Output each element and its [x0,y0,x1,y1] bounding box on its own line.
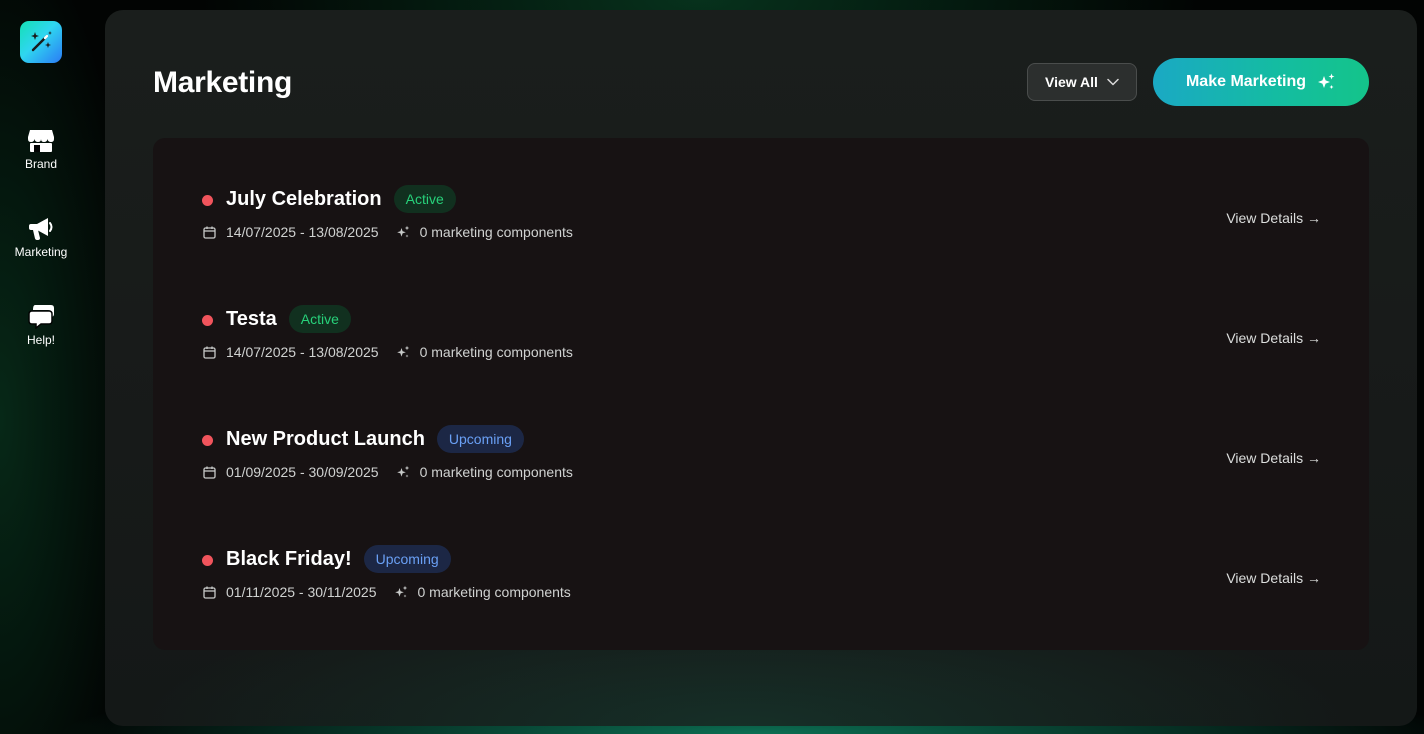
magic-wand-icon [31,31,52,52]
calendar-icon [202,345,216,359]
sparkles-icon [396,225,410,239]
sparkles-icon [394,585,408,599]
chat-bubbles-icon [27,302,55,330]
campaign-name: New Product Launch [226,427,425,450]
list-item[interactable]: July Celebration Active 14/07/2025 - 13/… [153,138,1369,258]
status-badge: Upcoming [436,425,524,453]
list-item[interactable]: Testa Active 14/07/2025 - 13/08/2025 0 m… [153,258,1369,378]
campaign-name: Black Friday! [226,547,352,570]
status-dot [202,435,213,446]
campaign-dates: 01/09/2025 - 30/09/2025 [226,464,379,480]
main-panel: Marketing View All Make Marketing July C… [105,10,1417,726]
campaign-meta: 14/07/2025 - 13/08/2025 0 marketing comp… [202,343,573,361]
view-details-link[interactable]: View Details → [1226,210,1321,226]
calendar-icon [202,585,216,599]
make-marketing-button[interactable]: Make Marketing [1153,58,1369,106]
sidebar: Brand Marketing Help! [0,0,82,734]
sidebar-item-label: Brand [24,157,58,171]
view-details-link[interactable]: View Details → [1226,450,1321,466]
campaign-dates: 01/11/2025 - 30/11/2025 [226,584,377,600]
status-dot [202,555,213,566]
status-badge: Upcoming [363,545,451,573]
campaign-title-line: Black Friday! Upcoming [226,545,451,573]
calendar-icon [202,225,216,239]
campaign-title-line: Testa Active [226,305,351,333]
sidebar-item-marketing[interactable]: Marketing [0,214,82,259]
megaphone-icon [27,214,55,242]
component-count: 0 marketing components [419,464,573,480]
view-details-link[interactable]: View Details → [1226,570,1321,586]
list-item[interactable]: New Product Launch Upcoming 01/09/2025 -… [153,378,1369,498]
status-dot [202,195,213,206]
status-badge: Active [288,305,351,333]
campaign-meta: 14/07/2025 - 13/08/2025 0 marketing comp… [202,223,573,241]
status-badge: Active [393,185,456,213]
chevron-down-icon [1107,78,1119,86]
sparkles-icon [1318,73,1335,89]
component-count: 0 marketing components [419,344,573,360]
campaign-meta: 01/09/2025 - 30/09/2025 0 marketing comp… [202,463,573,481]
status-dot [202,315,213,326]
calendar-icon [202,465,216,479]
sidebar-item-label: Help! [26,333,55,347]
view-all-dropdown[interactable]: View All [1027,63,1137,101]
make-marketing-label: Make Marketing [1185,73,1307,90]
page-title: Marketing [153,66,292,99]
sparkles-icon [396,345,410,359]
app-logo[interactable] [20,21,62,63]
component-count: 0 marketing components [419,224,573,240]
view-all-label: View All [1045,74,1098,90]
view-details-link[interactable]: View Details → [1226,330,1321,346]
campaign-meta: 01/11/2025 - 30/11/2025 0 marketing comp… [202,583,571,601]
campaign-dates: 14/07/2025 - 13/08/2025 [226,344,379,360]
campaign-name: Testa [226,307,277,330]
campaign-dates: 14/07/2025 - 13/08/2025 [226,224,379,240]
sidebar-item-label: Marketing [14,245,68,259]
store-icon [27,126,55,154]
sparkles-icon [396,465,410,479]
campaign-title-line: New Product Launch Upcoming [226,425,524,453]
campaign-title-line: July Celebration Active [226,185,456,213]
sidebar-item-brand[interactable]: Brand [0,126,82,171]
sidebar-item-help[interactable]: Help! [0,302,82,347]
component-count: 0 marketing components [417,584,571,600]
campaign-list: July Celebration Active 14/07/2025 - 13/… [153,138,1369,650]
campaign-name: July Celebration [226,187,382,210]
list-item[interactable]: Black Friday! Upcoming 01/11/2025 - 30/1… [153,498,1369,618]
